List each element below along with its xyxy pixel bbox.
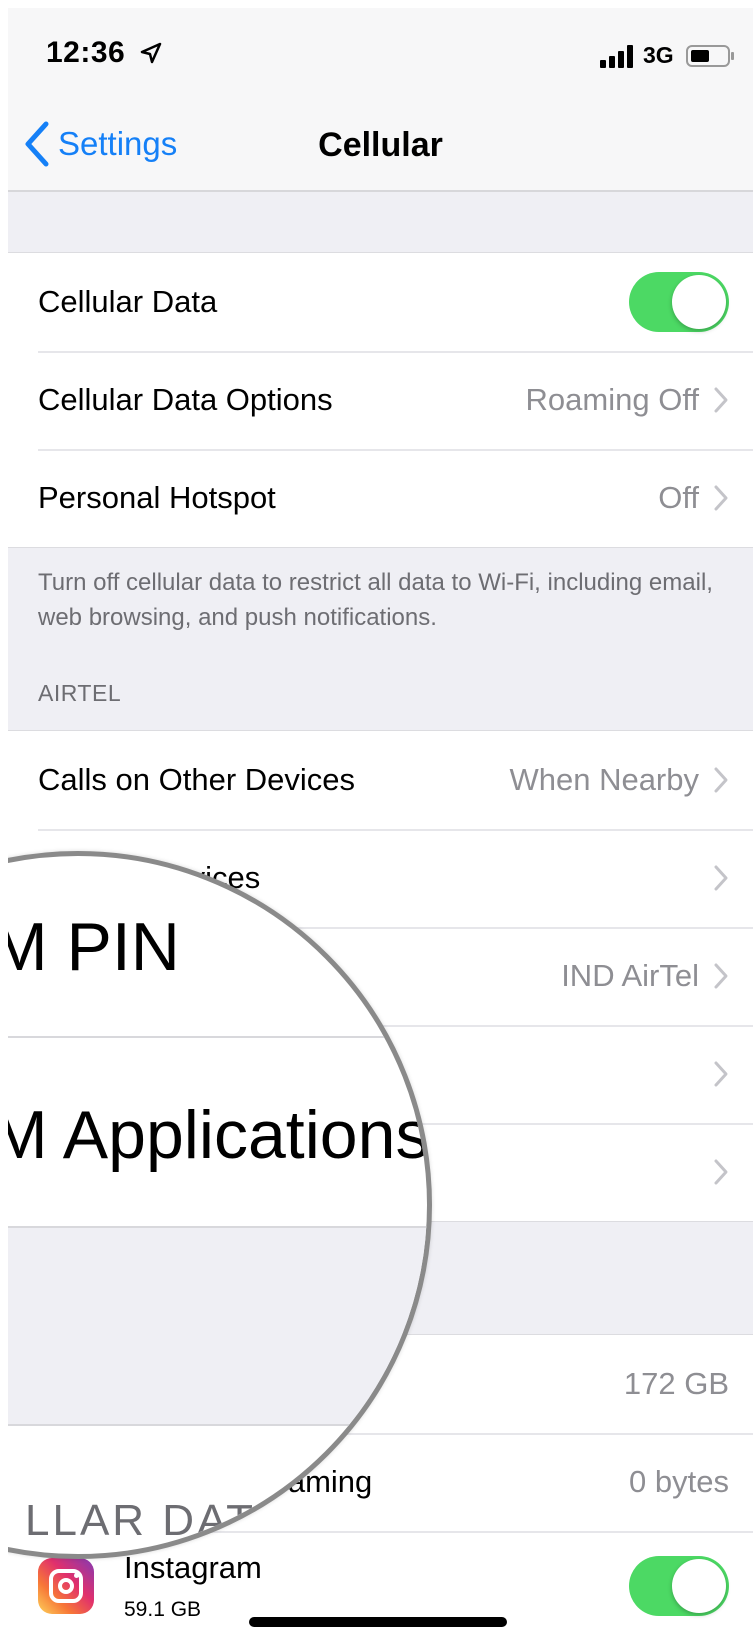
calls-other-devices-value: When Nearby xyxy=(509,762,699,797)
personal-hotspot-value: Off xyxy=(658,480,699,515)
chevron-right-icon xyxy=(714,963,728,989)
status-bar: 12:36 3G xyxy=(8,8,753,98)
location-arrow-icon xyxy=(140,42,162,64)
magnified-section-header: LLAR DAT xyxy=(25,1496,257,1545)
current-period-value: 172 GB xyxy=(623,1366,729,1401)
personal-hotspot-row[interactable]: Personal Hotspot Off xyxy=(8,449,753,547)
cellular-data-options-label: Cellular Data Options xyxy=(38,382,333,417)
chevron-right-icon xyxy=(714,1159,728,1185)
chevron-right-icon xyxy=(714,767,728,793)
chevron-right-icon xyxy=(714,865,728,891)
battery-icon xyxy=(686,45,734,67)
instagram-toggle[interactable] xyxy=(629,1556,729,1616)
calls-other-devices-row[interactable]: Calls on Other Devices When Nearby xyxy=(8,731,753,829)
network-type: 3G xyxy=(643,42,674,68)
navigation-bar: Settings Cellular xyxy=(8,98,753,192)
carrier-section-header: AIRTEL xyxy=(38,680,122,706)
signal-bars-icon xyxy=(600,45,633,68)
cellular-data-options-value: Roaming Off xyxy=(525,382,699,417)
magnified-sim-pin-label: M PIN xyxy=(8,909,180,985)
cellular-group: Cellular Data Cellular Data Options Roam… xyxy=(8,252,753,548)
cellular-data-toggle[interactable] xyxy=(629,272,729,332)
cellular-data-options-row[interactable]: Cellular Data Options Roaming Off xyxy=(8,351,753,449)
status-time: 12:36 xyxy=(46,36,126,69)
cellular-data-row: Cellular Data xyxy=(8,253,753,351)
cellular-data-label: Cellular Data xyxy=(38,284,218,319)
current-period-roaming-value: 0 bytes xyxy=(629,1464,729,1499)
magnified-sim-applications-label: M Applications xyxy=(8,1097,430,1173)
cellular-footer-note: Turn off cellular data to restrict all d… xyxy=(38,569,713,631)
chevron-right-icon xyxy=(714,1061,728,1087)
chevron-right-icon xyxy=(714,387,728,413)
personal-hotspot-label: Personal Hotspot xyxy=(38,480,276,515)
sim-pin-value: IND AirTel xyxy=(561,958,699,993)
app-name: Instagram xyxy=(124,1550,262,1585)
chevron-right-icon xyxy=(714,485,728,511)
home-indicator xyxy=(249,1617,507,1627)
screen: 12:36 3G Settings Cellular Cellular Data… xyxy=(8,8,753,1635)
page-title: Cellular xyxy=(318,126,443,164)
instagram-icon xyxy=(38,1558,94,1614)
calls-other-devices-label: Calls on Other Devices xyxy=(38,762,356,797)
